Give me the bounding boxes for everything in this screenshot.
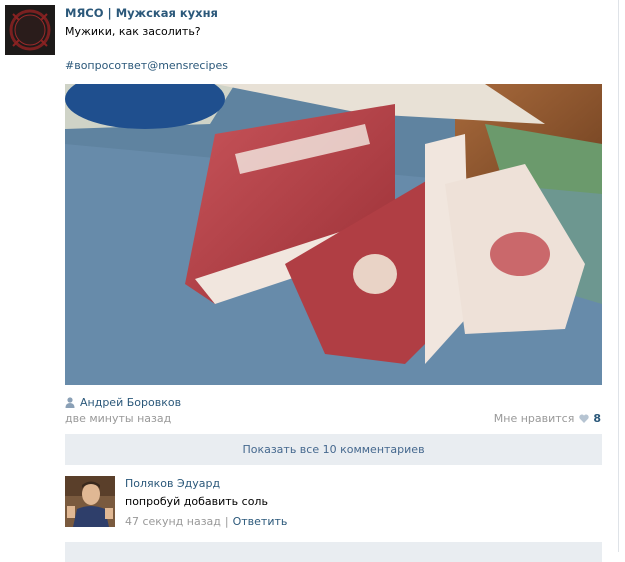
comment-meta: 47 секунд назад | Ответить (125, 515, 287, 528)
group-avatar[interactable] (5, 5, 55, 55)
heart-icon (579, 414, 590, 423)
reply-link[interactable]: Ответить (233, 515, 288, 528)
commenter-photo-icon (65, 476, 115, 527)
user-icon (65, 396, 75, 408)
comment-author-link[interactable]: Поляков Эдуард (125, 477, 220, 490)
like-count: 8 (593, 412, 601, 425)
show-all-comments-button[interactable]: Показать все 10 комментариев (65, 434, 602, 465)
photo-author-name: Андрей Боровков (80, 395, 182, 409)
comment-reply-box[interactable] (65, 542, 602, 562)
comment-text: попробуй добавить соль (125, 495, 268, 508)
meat-logo-icon (5, 5, 55, 55)
hashtag-link[interactable]: #вопросответ (65, 59, 147, 72)
mention-link[interactable]: @mensrecipes (147, 59, 228, 72)
like-label: Мне нравится (493, 412, 575, 425)
raw-pork-photo-icon (65, 84, 602, 385)
group-name-link[interactable]: МЯСО | Мужская кухня (65, 6, 218, 20)
comment-meta-separator: | (224, 515, 229, 528)
comment-timestamp[interactable]: 47 секунд назад (125, 515, 221, 528)
post-text: Мужики, как засолить? (65, 25, 201, 38)
photo-author-link[interactable]: Андрей Боровков (65, 395, 181, 409)
hashtags: #вопросответ@mensrecipes (65, 59, 228, 72)
post-timestamp[interactable]: две минуты назад (65, 412, 171, 425)
post-photo[interactable] (65, 84, 602, 385)
commenter-avatar[interactable] (65, 476, 115, 527)
feed-right-border (618, 0, 619, 552)
like-button[interactable]: Мне нравится 8 (494, 412, 601, 425)
